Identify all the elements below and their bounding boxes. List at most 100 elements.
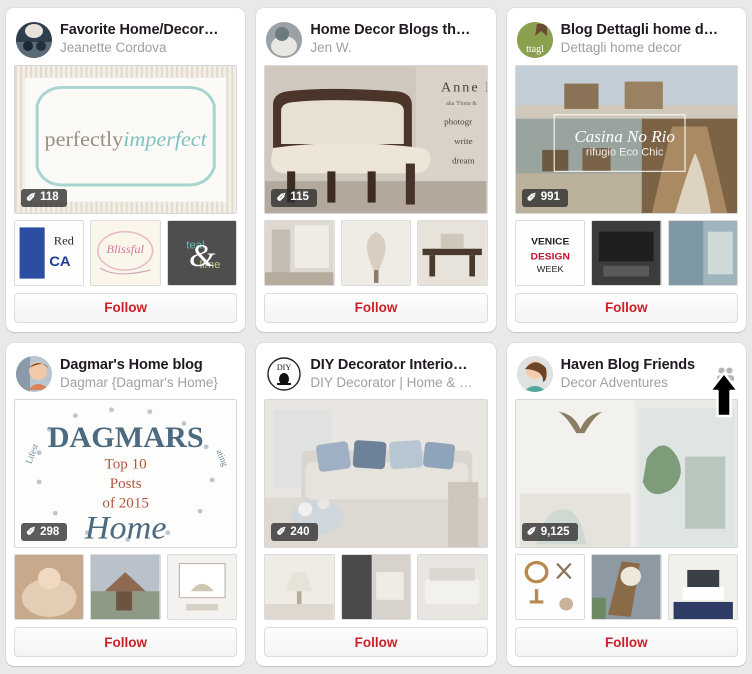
board-owner[interactable]: Jen W. bbox=[310, 41, 485, 56]
board-card-diy-decorator-interiors[interactable]: DIY DIY Decorator Interio… DIY Decorator… bbox=[256, 342, 496, 666]
thumbnail-1[interactable] bbox=[264, 219, 335, 286]
avatar[interactable] bbox=[516, 356, 553, 393]
board-card-blog-dettagli-home-decor[interactable]: ttagl Blog Dettagli home d… Dettagli hom… bbox=[506, 8, 746, 332]
svg-text:WEEK: WEEK bbox=[536, 264, 563, 274]
thumbnail-2[interactable] bbox=[340, 554, 412, 621]
thumbnail-1[interactable] bbox=[514, 554, 586, 621]
pin-count-badge: ✐ 298 bbox=[21, 523, 68, 542]
svg-text:Home: Home bbox=[84, 510, 167, 546]
follow-button[interactable]: Follow bbox=[264, 292, 488, 323]
thumbnail-2[interactable] bbox=[591, 219, 662, 286]
board-card-dagmars-home-blog[interactable]: Dagmar's Home blog Dagmar {Dagmar's Home… bbox=[6, 342, 246, 666]
svg-text:photogr: photogr bbox=[444, 116, 472, 126]
thumbnail-3[interactable] bbox=[667, 219, 738, 286]
board-meta: DIY Decorator Interio… DIY Decorator | H… bbox=[310, 358, 485, 391]
board-header[interactable]: ttagl Blog Dettagli home d… Dettagli hom… bbox=[515, 16, 738, 62]
board-title[interactable]: Home Decor Blogs th… bbox=[310, 23, 485, 39]
svg-text:VENICE: VENICE bbox=[531, 237, 570, 248]
follow-button[interactable]: Follow bbox=[514, 292, 738, 323]
board-card-haven-blog-friends[interactable]: Haven Blog Friends Decor Adventures ✐ 9,… bbox=[506, 342, 746, 666]
thumbnail-strip: VENICE DESIGN WEEK bbox=[514, 219, 738, 286]
pin-count-badge: ✐ 115 bbox=[271, 188, 317, 207]
svg-text:rifugio Eco Chic: rifugio Eco Chic bbox=[586, 146, 664, 158]
board-owner[interactable]: Dagmar {Dagmar's Home} bbox=[60, 376, 235, 391]
pin-icon: ✐ bbox=[526, 524, 537, 539]
board-owner[interactable]: DIY Decorator | Home & … bbox=[310, 376, 485, 391]
pin-count: 240 bbox=[290, 525, 310, 538]
board-title[interactable]: Blog Dettagli home d… bbox=[561, 23, 736, 39]
board-card-favorite-home-decor[interactable]: Favorite Home/Decor… Jeanette Cordova pe… bbox=[6, 8, 246, 332]
board-cover-image[interactable]: Casina No Rio rifugio Eco Chic ✐ 991 bbox=[514, 64, 738, 214]
board-owner[interactable]: Decor Adventures bbox=[561, 376, 709, 391]
board-header[interactable]: Favorite Home/Decor… Jeanette Cordova bbox=[14, 16, 237, 62]
thumbnail-1[interactable] bbox=[264, 554, 335, 621]
pin-count-badge: ✐ 9,125 bbox=[521, 523, 578, 542]
thumbnail-3[interactable] bbox=[417, 219, 488, 286]
pin-count: 118 bbox=[40, 191, 59, 204]
thumbnail-3[interactable]: teal lime & bbox=[166, 219, 238, 286]
pin-icon: ✐ bbox=[276, 190, 287, 205]
avatar[interactable] bbox=[16, 356, 52, 393]
pin-count: 298 bbox=[40, 525, 60, 538]
pin-count: 9,125 bbox=[540, 525, 570, 538]
avatar[interactable]: ttagl bbox=[516, 21, 553, 58]
thumbnail-3[interactable] bbox=[667, 554, 738, 621]
avatar[interactable] bbox=[16, 21, 52, 58]
board-title[interactable]: Favorite Home/Decor… bbox=[60, 23, 235, 39]
board-title[interactable]: Dagmar's Home blog bbox=[60, 358, 235, 374]
board-cover-image[interactable]: Anne L aka 'Fiona & photogr write dream … bbox=[264, 64, 488, 214]
board-meta: Blog Dettagli home d… Dettagli home deco… bbox=[561, 23, 736, 56]
svg-text:Blissful: Blissful bbox=[107, 242, 145, 256]
avatar[interactable] bbox=[266, 21, 303, 58]
board-title[interactable]: Haven Blog Friends bbox=[561, 358, 709, 374]
board-grid: Favorite Home/Decor… Jeanette Cordova pe… bbox=[0, 0, 752, 674]
thumbnail-1[interactable]: VENICE DESIGN WEEK bbox=[514, 219, 586, 286]
board-cover-image[interactable]: perfectlyimperfect ✐ 118 bbox=[14, 64, 238, 214]
group-board-icon bbox=[716, 367, 734, 381]
board-header[interactable]: Haven Blog Friends Decor Adventures bbox=[515, 351, 738, 397]
svg-text:ttagl: ttagl bbox=[526, 44, 544, 55]
avatar[interactable]: DIY bbox=[266, 356, 303, 393]
thumbnail-2[interactable] bbox=[591, 554, 662, 621]
svg-text:dream: dream bbox=[452, 155, 475, 165]
thumbnail-2[interactable] bbox=[340, 219, 412, 286]
thumbnail-3[interactable] bbox=[417, 554, 488, 621]
follow-button[interactable]: Follow bbox=[14, 627, 238, 657]
svg-text:Casina No Rio: Casina No Rio bbox=[574, 127, 675, 146]
follow-button[interactable]: Follow bbox=[514, 627, 738, 657]
board-header[interactable]: DIY DIY Decorator Interio… DIY Decorator… bbox=[264, 351, 487, 397]
board-cover-image[interactable]: ✐ 240 bbox=[264, 399, 488, 549]
thumbnail-strip bbox=[514, 554, 738, 621]
thumbnail-1[interactable] bbox=[14, 554, 85, 621]
board-meta: Dagmar's Home blog Dagmar {Dagmar's Home… bbox=[60, 358, 235, 391]
pin-icon: ✐ bbox=[26, 190, 37, 205]
pin-count-badge: ✐ 240 bbox=[271, 523, 318, 542]
svg-text:Anne L: Anne L bbox=[441, 80, 486, 95]
pin-icon: ✐ bbox=[276, 524, 287, 539]
thumbnail-strip bbox=[264, 554, 488, 621]
thumbnail-1[interactable]: Red CA bbox=[14, 219, 85, 286]
svg-text:Posts: Posts bbox=[110, 476, 142, 492]
pin-count: 115 bbox=[290, 191, 309, 204]
thumbnail-3[interactable] bbox=[166, 554, 238, 621]
thumbnail-2[interactable] bbox=[90, 554, 161, 621]
board-title[interactable]: DIY Decorator Interio… bbox=[310, 358, 485, 374]
board-header[interactable]: Dagmar's Home blog Dagmar {Dagmar's Home… bbox=[14, 351, 237, 397]
board-cover-image[interactable]: ✐ 9,125 bbox=[514, 399, 738, 549]
svg-text:&: & bbox=[189, 238, 216, 274]
pin-count: 991 bbox=[540, 191, 560, 204]
board-owner[interactable]: Jeanette Cordova bbox=[60, 41, 235, 56]
follow-button[interactable]: Follow bbox=[14, 292, 238, 323]
thumbnail-2[interactable]: Blissful bbox=[90, 219, 161, 286]
pin-count-badge: ✐ 991 bbox=[521, 188, 568, 207]
board-card-home-decor-blogs[interactable]: Home Decor Blogs th… Jen W. Anne L aka '… bbox=[256, 8, 496, 332]
svg-text:DESIGN: DESIGN bbox=[530, 251, 569, 262]
svg-text:DIY: DIY bbox=[277, 363, 291, 372]
svg-text:DAGMARS: DAGMARS bbox=[48, 422, 204, 454]
board-owner[interactable]: Dettagli home decor bbox=[561, 41, 736, 56]
follow-button[interactable]: Follow bbox=[264, 627, 488, 657]
board-cover-image[interactable]: DAGMARS Top 10 Posts of 2015 Home Lifest… bbox=[14, 399, 238, 549]
board-header[interactable]: Home Decor Blogs th… Jen W. bbox=[264, 16, 487, 62]
thumbnail-strip bbox=[14, 554, 238, 621]
svg-text:perfectlyimperfect: perfectlyimperfect bbox=[45, 127, 208, 151]
